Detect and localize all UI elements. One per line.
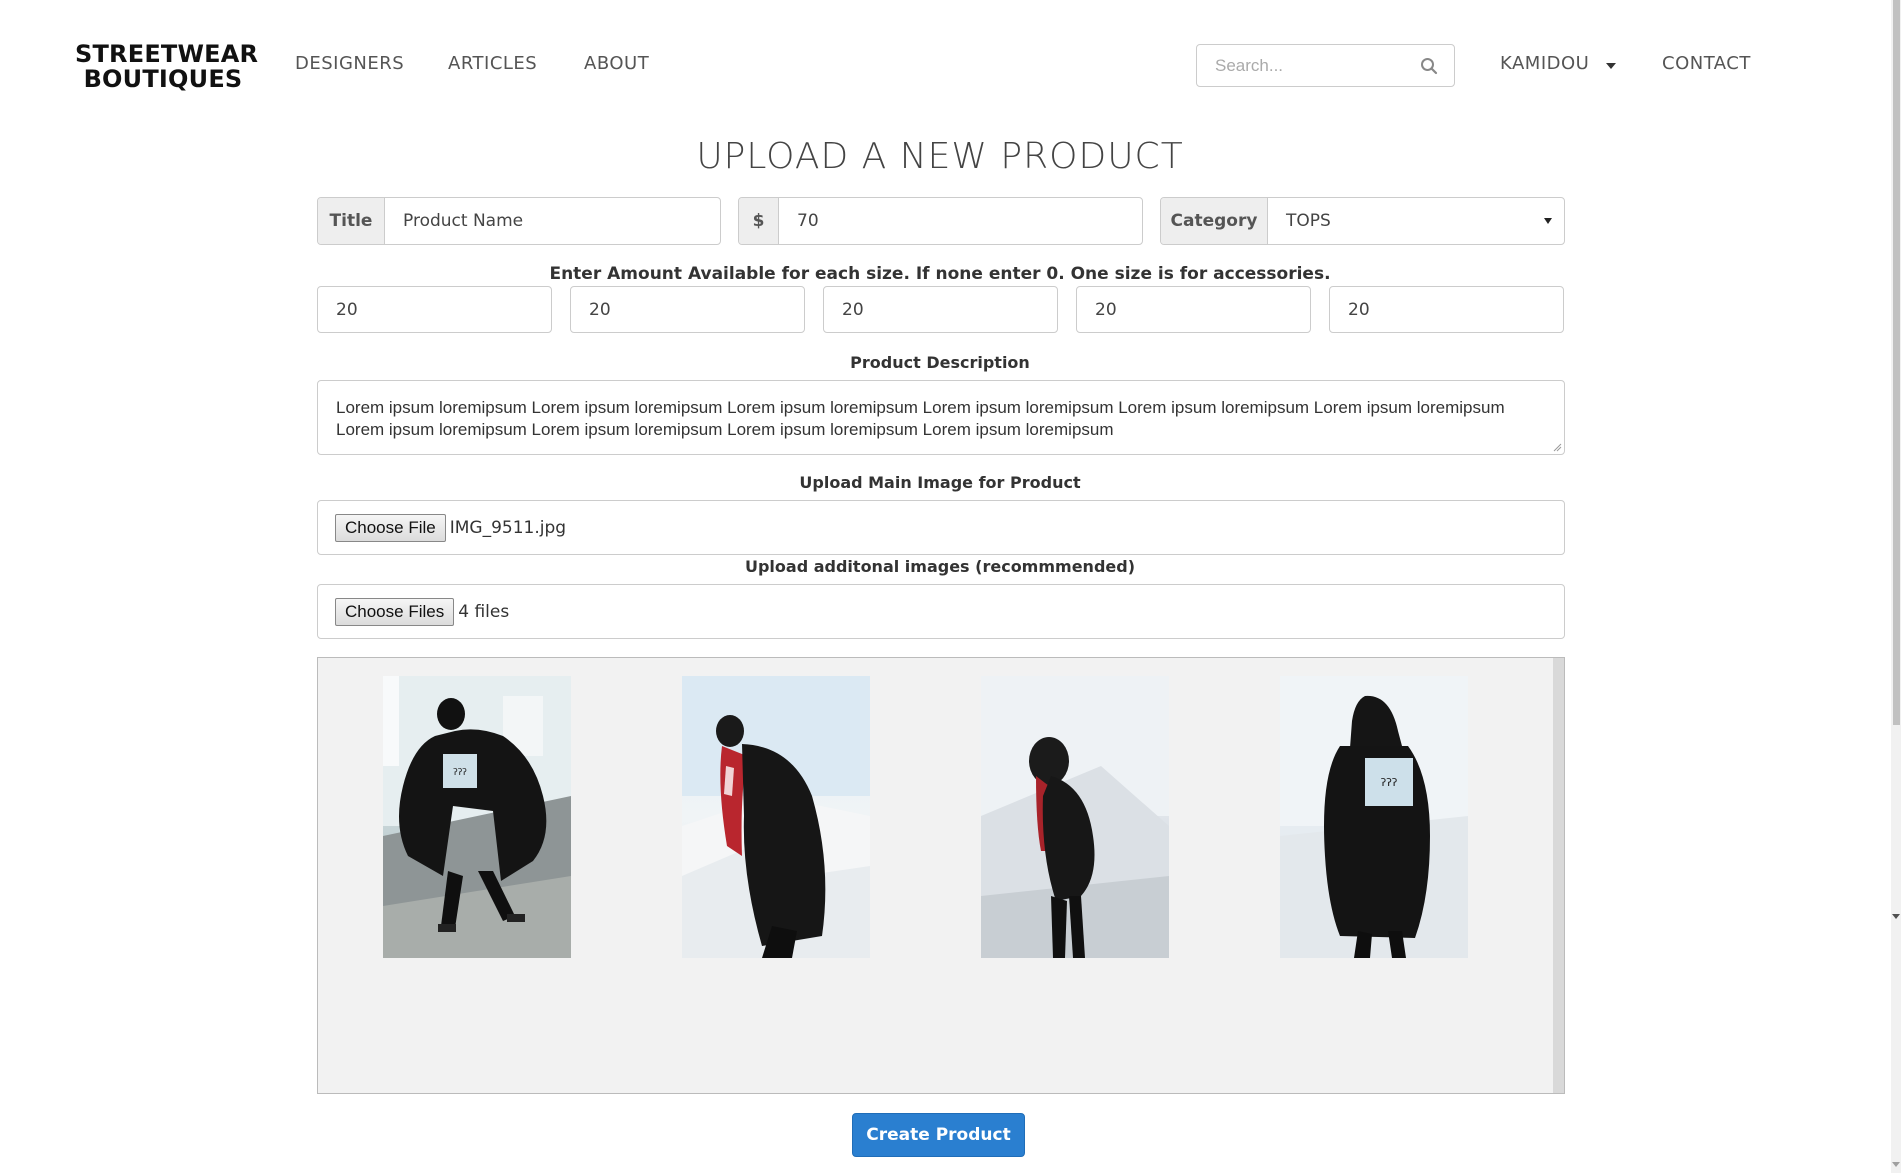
price-input[interactable]: 70: [779, 198, 1142, 244]
dropdown-arrow-icon[interactable]: [1544, 218, 1552, 224]
size-input-2[interactable]: 20: [570, 286, 805, 333]
nav-articles[interactable]: ARTICLES: [448, 53, 537, 74]
price-addon: $: [739, 198, 779, 244]
title-input[interactable]: Product Name: [385, 198, 720, 244]
additional-images-label: Upload additonal images (recommmended): [744, 557, 1136, 576]
main-image-filename: IMG_9511.jpg: [449, 517, 567, 538]
image-preview-area: ʔʔʔ ʔʔʔ: [317, 657, 1565, 1094]
preview-scrollbar[interactable]: [1553, 658, 1564, 1093]
choose-files-button[interactable]: Choose Files: [335, 597, 455, 626]
brand-line-2: BOUTIQUES: [83, 65, 243, 93]
page-scrollbar-thumb[interactable]: [1893, 0, 1900, 725]
search-input[interactable]: [1215, 55, 1405, 77]
create-product-button[interactable]: Create Product: [852, 1113, 1025, 1157]
sizes-label: Enter Amount Available for each size. If…: [549, 264, 1331, 284]
size-input-5[interactable]: 20: [1329, 286, 1564, 333]
resize-handle-icon[interactable]: [1552, 442, 1562, 452]
size-input-3[interactable]: 20: [823, 286, 1058, 333]
category-addon: Category: [1161, 198, 1268, 244]
patch-text-1: ʔʔʔ: [453, 768, 467, 778]
search-box: [1196, 44, 1455, 87]
navbar: STREETWEAR BOUTIQUES DESIGNERS ARTICLES …: [0, 0, 1890, 128]
brand-line-1: STREETWEAR: [75, 40, 259, 68]
nav-about[interactable]: ABOUT: [584, 53, 649, 74]
preview-thumbnail-2[interactable]: [682, 676, 870, 958]
size-input-4[interactable]: 20: [1076, 286, 1311, 333]
description-label: Product Description: [850, 353, 1030, 372]
title-input-group: Title Product Name: [317, 197, 721, 245]
category-select[interactable]: TOPS: [1268, 198, 1564, 244]
additional-files-count: 4 files: [458, 601, 510, 622]
page-title: UPLOAD A NEW PRODUCT: [696, 136, 1184, 177]
preview-thumbnail-4[interactable]: ʔʔʔ: [1280, 676, 1468, 958]
category-input-group: Category TOPS: [1160, 197, 1565, 245]
patch-text-4: ʔʔʔ: [1381, 776, 1398, 789]
title-addon: Title: [318, 198, 385, 244]
price-input-group: $ 70: [738, 197, 1143, 245]
chevron-down-icon[interactable]: [1606, 63, 1616, 69]
preview-thumbnail-3[interactable]: [981, 676, 1169, 958]
description-text: Lorem ipsum loremipsum Lorem ipsum lorem…: [336, 398, 1505, 439]
description-textarea[interactable]: Lorem ipsum loremipsum Lorem ipsum lorem…: [317, 380, 1565, 455]
main-image-label: Upload Main Image for Product: [799, 473, 1081, 492]
additional-images-file-input: Choose Files 4 files: [317, 584, 1565, 639]
size-input-1[interactable]: 20: [317, 286, 552, 333]
scroll-down-arrow-icon[interactable]: [1892, 912, 1900, 920]
user-menu[interactable]: KAMIDOU: [1500, 53, 1589, 74]
nav-designers[interactable]: DESIGNERS: [295, 53, 404, 74]
main-image-file-input: Choose File IMG_9511.jpg: [317, 500, 1565, 555]
choose-file-button[interactable]: Choose File: [335, 513, 446, 542]
nav-contact[interactable]: CONTACT: [1662, 53, 1751, 74]
brand-logo[interactable]: STREETWEAR BOUTIQUES: [75, 40, 259, 93]
search-icon[interactable]: [1420, 57, 1438, 75]
scroll-down-arrow-icon-bottom[interactable]: [1892, 1160, 1900, 1168]
preview-thumbnail-1[interactable]: ʔʔʔ: [383, 676, 571, 958]
